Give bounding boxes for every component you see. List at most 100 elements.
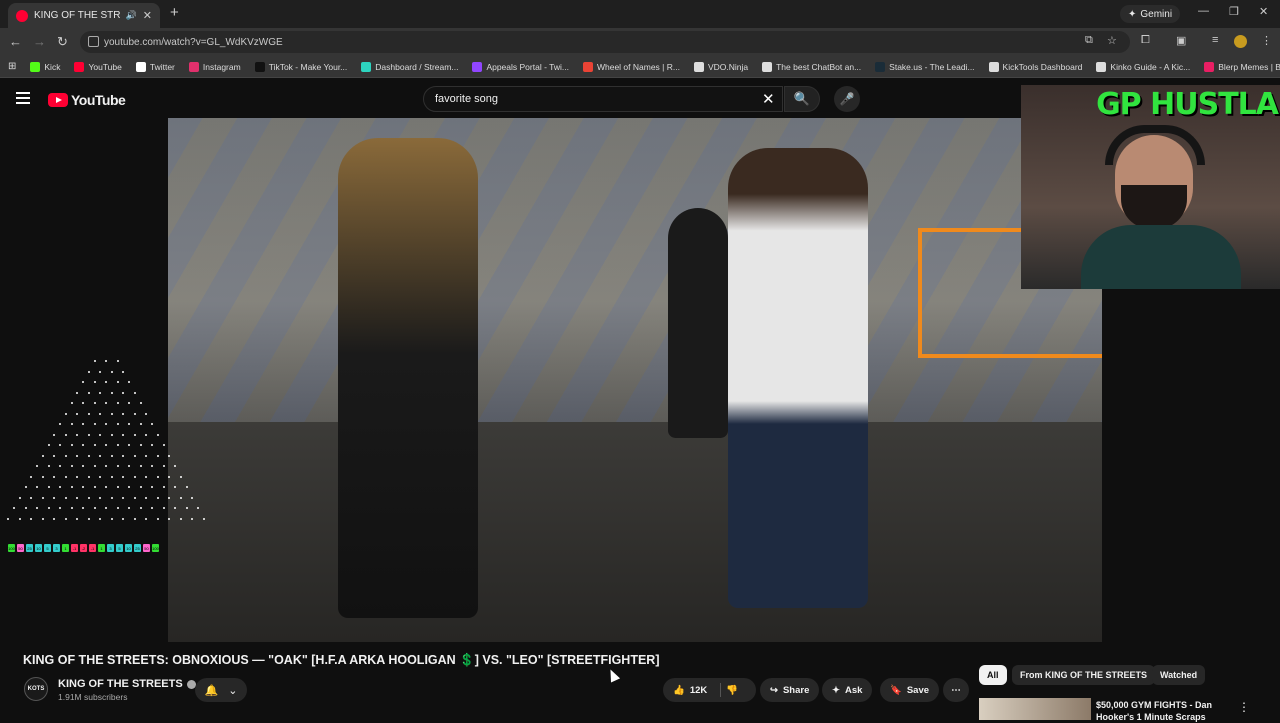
search-input[interactable]: favorite song (423, 86, 783, 112)
channel-avatar[interactable]: KOTS (24, 677, 48, 701)
bookmark-item[interactable]: Kinko Guide - A Kic... (1096, 61, 1190, 72)
bookmark-label: Appeals Portal - Twi... (486, 61, 569, 72)
plinko-peg (122, 454, 125, 457)
tunnel-floor (168, 421, 1102, 642)
chip-watched[interactable]: Watched (1152, 665, 1206, 685)
ask-button[interactable]: ✦ Ask (822, 678, 873, 702)
bookmark-item[interactable]: Instagram (188, 61, 241, 72)
bookmark-item[interactable]: Dashboard / Stream... (361, 61, 459, 72)
bookmark-item[interactable]: Twitter (135, 61, 175, 72)
media-controls-icon[interactable]: ≡ (1212, 34, 1218, 46)
plinko-peg (24, 507, 27, 509)
plinko-peg (93, 507, 96, 509)
share-button[interactable]: ↪ Share (760, 678, 820, 702)
bookmark-favicon-icon (472, 61, 483, 72)
subscribed-bell-button[interactable]: 🔔 ⌄ (195, 678, 247, 702)
chip-all[interactable]: All (979, 665, 1007, 685)
recommendation-title[interactable]: $50,000 GYM FIGHTS - Dan Hooker's 1 Minu… (1096, 699, 1216, 723)
chip-from-channel[interactable]: From KING OF THE STREETS (1012, 665, 1156, 685)
bookmark-favicon-icon (135, 61, 146, 72)
plinko-peg (70, 402, 73, 404)
side-panel-icon[interactable]: ▣ (1176, 34, 1186, 47)
channel-name[interactable]: KING OF THE STREETS (58, 678, 196, 690)
plinko-peg (116, 465, 119, 467)
plinko-peg (133, 433, 136, 436)
recommendation-menu-icon[interactable]: ⋮ (1238, 700, 1250, 714)
gemini-button[interactable]: ✦ Gemini (1120, 5, 1181, 23)
youtube-logo[interactable]: YouTube (48, 92, 126, 108)
bookmark-favicon-icon (762, 61, 773, 72)
bookmark-item[interactable]: Kick (30, 61, 60, 72)
plinko-peg (110, 370, 113, 373)
bookmark-star-icon[interactable]: ☆ (1107, 34, 1117, 47)
browser-tab[interactable]: KING OF THE STREETS: OB 🔊 ✕ (8, 3, 160, 28)
video-player[interactable] (168, 118, 1102, 642)
more-horizontal-icon: ⋯ (951, 684, 961, 696)
more-actions-button[interactable]: ⋯ (943, 678, 969, 702)
like-button[interactable]: 👍 12K 👎 (663, 678, 756, 702)
save-button[interactable]: 🔖 Save (880, 678, 940, 702)
plinko-peg (82, 444, 84, 446)
bookmark-item[interactable]: Appeals Portal - Twi... (472, 61, 569, 72)
bookmark-item[interactable]: Stake.us - The Leadi... (875, 61, 975, 72)
restore-icon[interactable]: ❐ (1229, 5, 1239, 18)
thumbs-up-icon: 👍 (673, 684, 685, 696)
cast-icon[interactable]: ⧉ (1085, 34, 1093, 47)
bookmark-item[interactable]: YouTube (74, 61, 122, 72)
bookmark-item[interactable]: TikTok - Make Your... (254, 61, 347, 72)
site-info-icon[interactable] (88, 36, 99, 47)
plinko-slot: 25 (26, 544, 33, 552)
plinko-peg (70, 444, 73, 446)
kebab-menu-icon[interactable]: ⋮ (1261, 34, 1272, 47)
plinko-peg (53, 517, 56, 520)
plinko-peg (179, 517, 182, 520)
close-tab-icon[interactable]: ✕ (143, 9, 152, 22)
clear-search-icon[interactable]: ✕ (762, 90, 775, 108)
plinko-peg (128, 402, 130, 404)
apps-grid-icon[interactable]: ⊞ (8, 61, 16, 72)
plinko-peg (168, 496, 171, 499)
plinko-peg (99, 370, 102, 373)
bookmark-favicon-icon (30, 61, 41, 72)
profile-avatar[interactable] (1234, 35, 1247, 48)
plinko-peg (82, 507, 84, 509)
recommendation-thumbnail[interactable] (979, 698, 1091, 720)
bookmark-item[interactable]: Blerp Memes | Best... (1204, 61, 1280, 72)
bookmark-item[interactable]: The best ChatBot an... (762, 61, 861, 72)
plinko-slot: 10 (125, 544, 132, 552)
plinko-peg (76, 391, 79, 394)
new-tab-button[interactable]: + (170, 4, 179, 21)
sparkle-icon: ✦ (1128, 8, 1137, 20)
hamburger-menu-icon[interactable] (16, 92, 30, 104)
address-bar[interactable]: youtube.com/watch?v=GL_WdKVzWGE (80, 31, 1130, 53)
extensions-icon[interactable]: ⧠ (1141, 34, 1150, 47)
bookmark-favicon-icon (875, 61, 886, 72)
back-icon[interactable]: ← (9, 34, 22, 49)
forward-icon[interactable]: → (33, 34, 46, 49)
voice-search-button[interactable]: 🎤 (834, 86, 860, 112)
plinko-peg (53, 475, 56, 478)
plinko-peg (145, 412, 148, 415)
bookmark-favicon-icon (1096, 61, 1107, 72)
plinko-peg (128, 444, 130, 446)
plinko-peg (191, 517, 194, 520)
plinko-peg (128, 465, 130, 467)
close-window-icon[interactable]: ✕ (1259, 5, 1268, 18)
plinko-peg (105, 486, 107, 488)
reload-icon[interactable]: ↻ (57, 34, 68, 50)
bookmark-item[interactable]: VDO.Ninja (693, 61, 748, 72)
plinko-peg (87, 412, 90, 415)
minimize-icon[interactable]: — (1198, 5, 1209, 17)
plinko-peg (116, 402, 119, 404)
plinko-peg (41, 496, 44, 499)
bookmark-item[interactable]: KickTools Dashboard (988, 61, 1082, 72)
bookmark-label: Dashboard / Stream... (375, 61, 459, 72)
search-button[interactable]: 🔍 (784, 86, 820, 112)
bookmark-item[interactable]: Wheel of Names | R... (582, 61, 680, 72)
save-label: Save (906, 684, 930, 696)
thumbs-down-icon[interactable]: 👎 (726, 685, 738, 696)
plinko-peg (156, 517, 159, 520)
bookmark-favicon-icon (254, 61, 265, 72)
plinko-peg (36, 465, 38, 467)
speaker-icon[interactable]: 🔊 (126, 10, 137, 21)
